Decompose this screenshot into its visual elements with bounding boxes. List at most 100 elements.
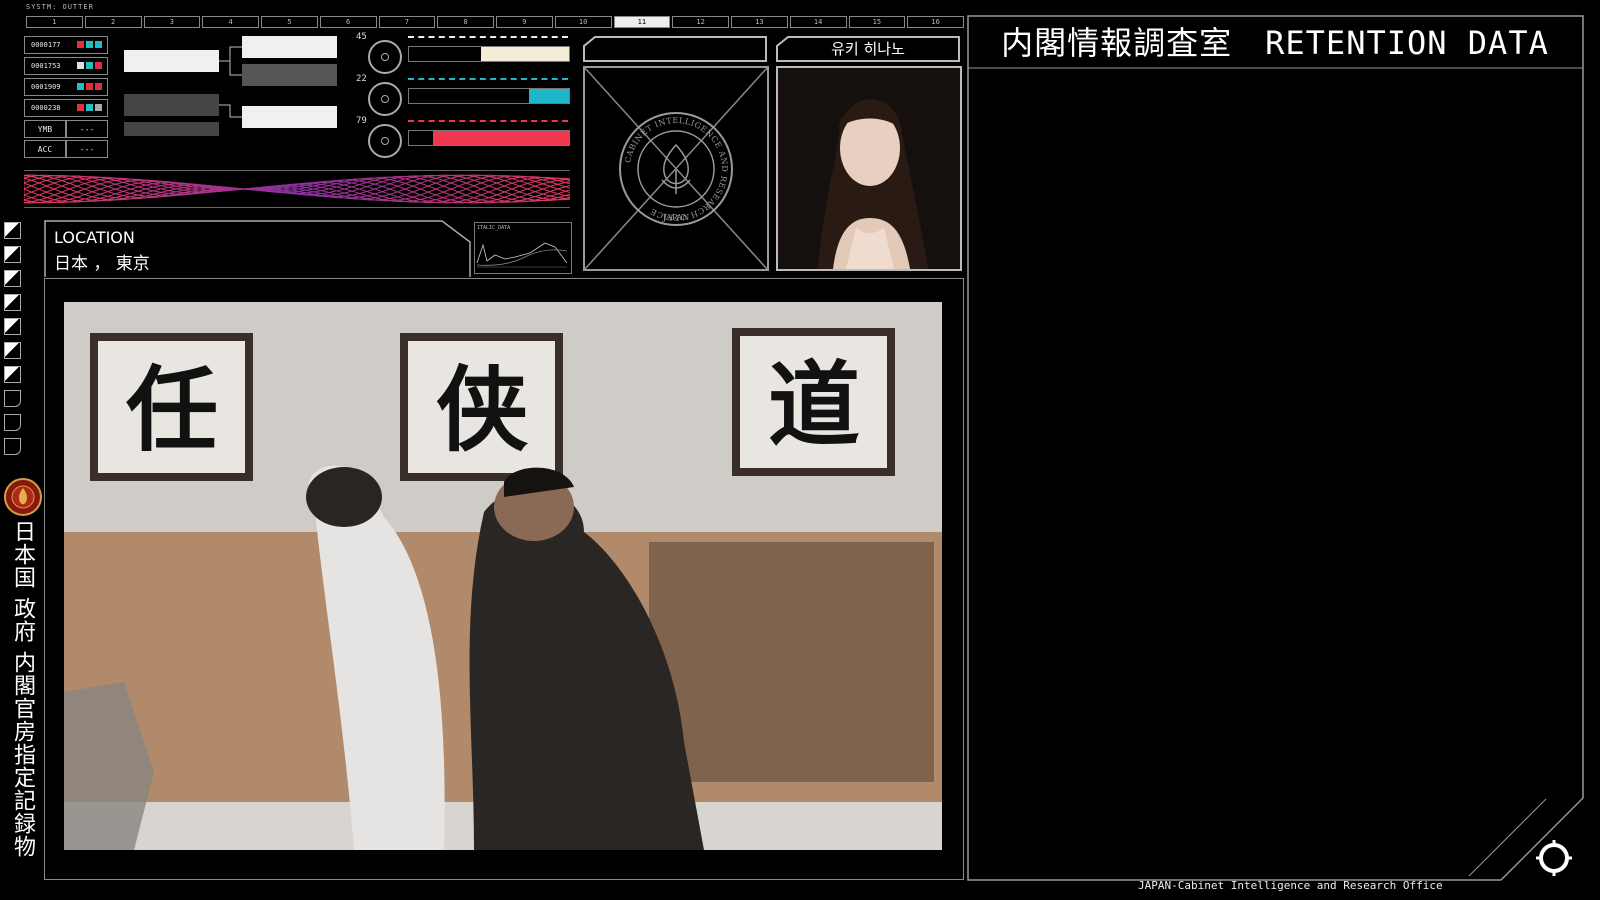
- level-fill: [481, 47, 569, 61]
- acc-value: ---: [66, 140, 108, 158]
- status-square: [95, 104, 102, 111]
- level-fill: [433, 131, 569, 145]
- tab-7[interactable]: 7: [378, 16, 436, 28]
- location-value: 日本 ， 東京: [54, 254, 150, 274]
- vertical-caption: 日本国 政府 内閣官房指定記録物: [10, 520, 35, 858]
- gauge-ticks: [408, 36, 568, 42]
- gauge-panel: 45 22 79: [356, 32, 571, 162]
- svg-text:CABINET INTELLIGENCE AND RESEA: CABINET INTELLIGENCE AND RESEARCH OFFICE: [623, 116, 729, 222]
- side-tile: [4, 414, 21, 431]
- tab-14[interactable]: 14: [789, 16, 847, 28]
- tab-3[interactable]: 3: [143, 16, 201, 28]
- tab-16[interactable]: 16: [907, 16, 964, 28]
- status-square: [86, 41, 93, 48]
- system-label: SYSTM: OUTTER: [26, 3, 94, 11]
- side-tile: [4, 222, 21, 239]
- bracket-bar: [124, 94, 219, 116]
- side-tile-grid: [4, 222, 40, 462]
- acc-row: ACC ---: [24, 140, 108, 158]
- status-square: [77, 41, 84, 48]
- calligraphy-frame: 道: [732, 328, 895, 476]
- mini-graph-plot: [476, 242, 568, 268]
- mini-graph: ITALIC_DATA: [474, 222, 572, 274]
- tab-strip: 1 2 3 4 5 6 7 8 9 10 11 12 13 14 15 16: [26, 16, 964, 28]
- surveillance-photo: 任侠道: [64, 302, 942, 850]
- bracket-bar: [124, 122, 219, 136]
- ymb-button[interactable]: YMB: [24, 120, 66, 138]
- calligraphy-frame: 侠: [400, 333, 563, 481]
- code-row[interactable]: 0000238: [24, 99, 108, 117]
- seal-bottom-text: JAPAN: [662, 213, 689, 222]
- level-bar: [408, 46, 570, 62]
- tab-13[interactable]: 13: [731, 16, 788, 28]
- calligraphy-frame: 任: [90, 333, 253, 481]
- side-tile: [4, 390, 21, 407]
- side-tile: [4, 270, 21, 287]
- retention-title: 内閣情報調査室 RETENTION DATA: [1001, 24, 1549, 62]
- location-label: LOCATION: [54, 228, 135, 247]
- status-square: [77, 83, 84, 90]
- status-square: [77, 62, 84, 69]
- dial-icon: [368, 124, 402, 158]
- code-id: 0001753: [31, 62, 61, 70]
- bracket-bar: [242, 64, 337, 86]
- profile-photo: [776, 66, 962, 271]
- side-tile: [4, 294, 21, 311]
- status-square: [86, 104, 93, 111]
- status-square: [86, 62, 93, 69]
- status-square: [95, 83, 102, 90]
- emblem-header-frame: [583, 36, 767, 62]
- profile-name: 유키 히나노: [831, 40, 905, 58]
- tab-12[interactable]: 12: [672, 16, 729, 28]
- code-row[interactable]: 0001909: [24, 78, 108, 96]
- code-id: 0000177: [31, 41, 61, 49]
- tab-8[interactable]: 8: [437, 16, 494, 28]
- code-row[interactable]: 0000177: [24, 36, 108, 54]
- bracket-bar: [242, 36, 337, 58]
- government-seal-logo: [4, 478, 42, 516]
- footer-text: JAPAN-Cabinet Intelligence and Research …: [1138, 879, 1443, 892]
- portrait-image: [778, 68, 960, 269]
- retention-panel-frame: [967, 15, 1584, 881]
- waveform-strip: [24, 170, 570, 208]
- tab-1[interactable]: 1: [26, 16, 83, 28]
- level-bar: [408, 88, 570, 104]
- tab-5[interactable]: 5: [261, 16, 318, 28]
- calligraphy-char: 道: [768, 351, 860, 459]
- gauge-number: 22: [356, 74, 367, 84]
- gauge-number: 45: [356, 32, 367, 42]
- ymb-row: YMB ---: [24, 120, 108, 138]
- tab-9[interactable]: 9: [496, 16, 553, 28]
- tab-2[interactable]: 2: [84, 16, 142, 28]
- side-tile: [4, 342, 21, 359]
- level-fill: [529, 89, 569, 103]
- side-tile: [4, 438, 21, 455]
- tab-11[interactable]: 11: [613, 16, 671, 28]
- tab-6[interactable]: 6: [319, 16, 377, 28]
- code-row[interactable]: 0001753: [24, 57, 108, 75]
- side-tile: [4, 366, 21, 383]
- bracket-bar: [242, 106, 337, 128]
- status-square: [86, 83, 93, 90]
- ymb-value: ---: [66, 120, 108, 138]
- bracket-diagram: [124, 36, 337, 136]
- status-square: [95, 62, 102, 69]
- gauge-number: 79: [356, 116, 367, 126]
- tab-4[interactable]: 4: [202, 16, 259, 28]
- emblem-panel: CABINET INTELLIGENCE AND RESEARCH OFFICE…: [583, 66, 769, 271]
- refresh-icon[interactable]: [1534, 838, 1574, 878]
- calligraphy-char: 侠: [436, 356, 529, 464]
- level-bar: [408, 130, 570, 146]
- status-square: [95, 41, 102, 48]
- dial-icon: [368, 82, 402, 116]
- calligraphy-char: 任: [126, 356, 218, 464]
- location-panel: LOCATION 日本 ， 東京: [54, 228, 478, 282]
- tab-15[interactable]: 15: [848, 16, 906, 28]
- cabinet-seal-logo: CABINET INTELLIGENCE AND RESEARCH OFFICE…: [619, 112, 733, 226]
- code-list: 0000177 0001753 0001909 0000238 YMB --- ACC…: [24, 36, 108, 158]
- bracket-bar: [124, 50, 219, 72]
- acc-button[interactable]: ACC: [24, 140, 66, 158]
- side-tile: [4, 318, 21, 335]
- dial-icon: [368, 40, 402, 74]
- tab-10[interactable]: 10: [554, 16, 612, 28]
